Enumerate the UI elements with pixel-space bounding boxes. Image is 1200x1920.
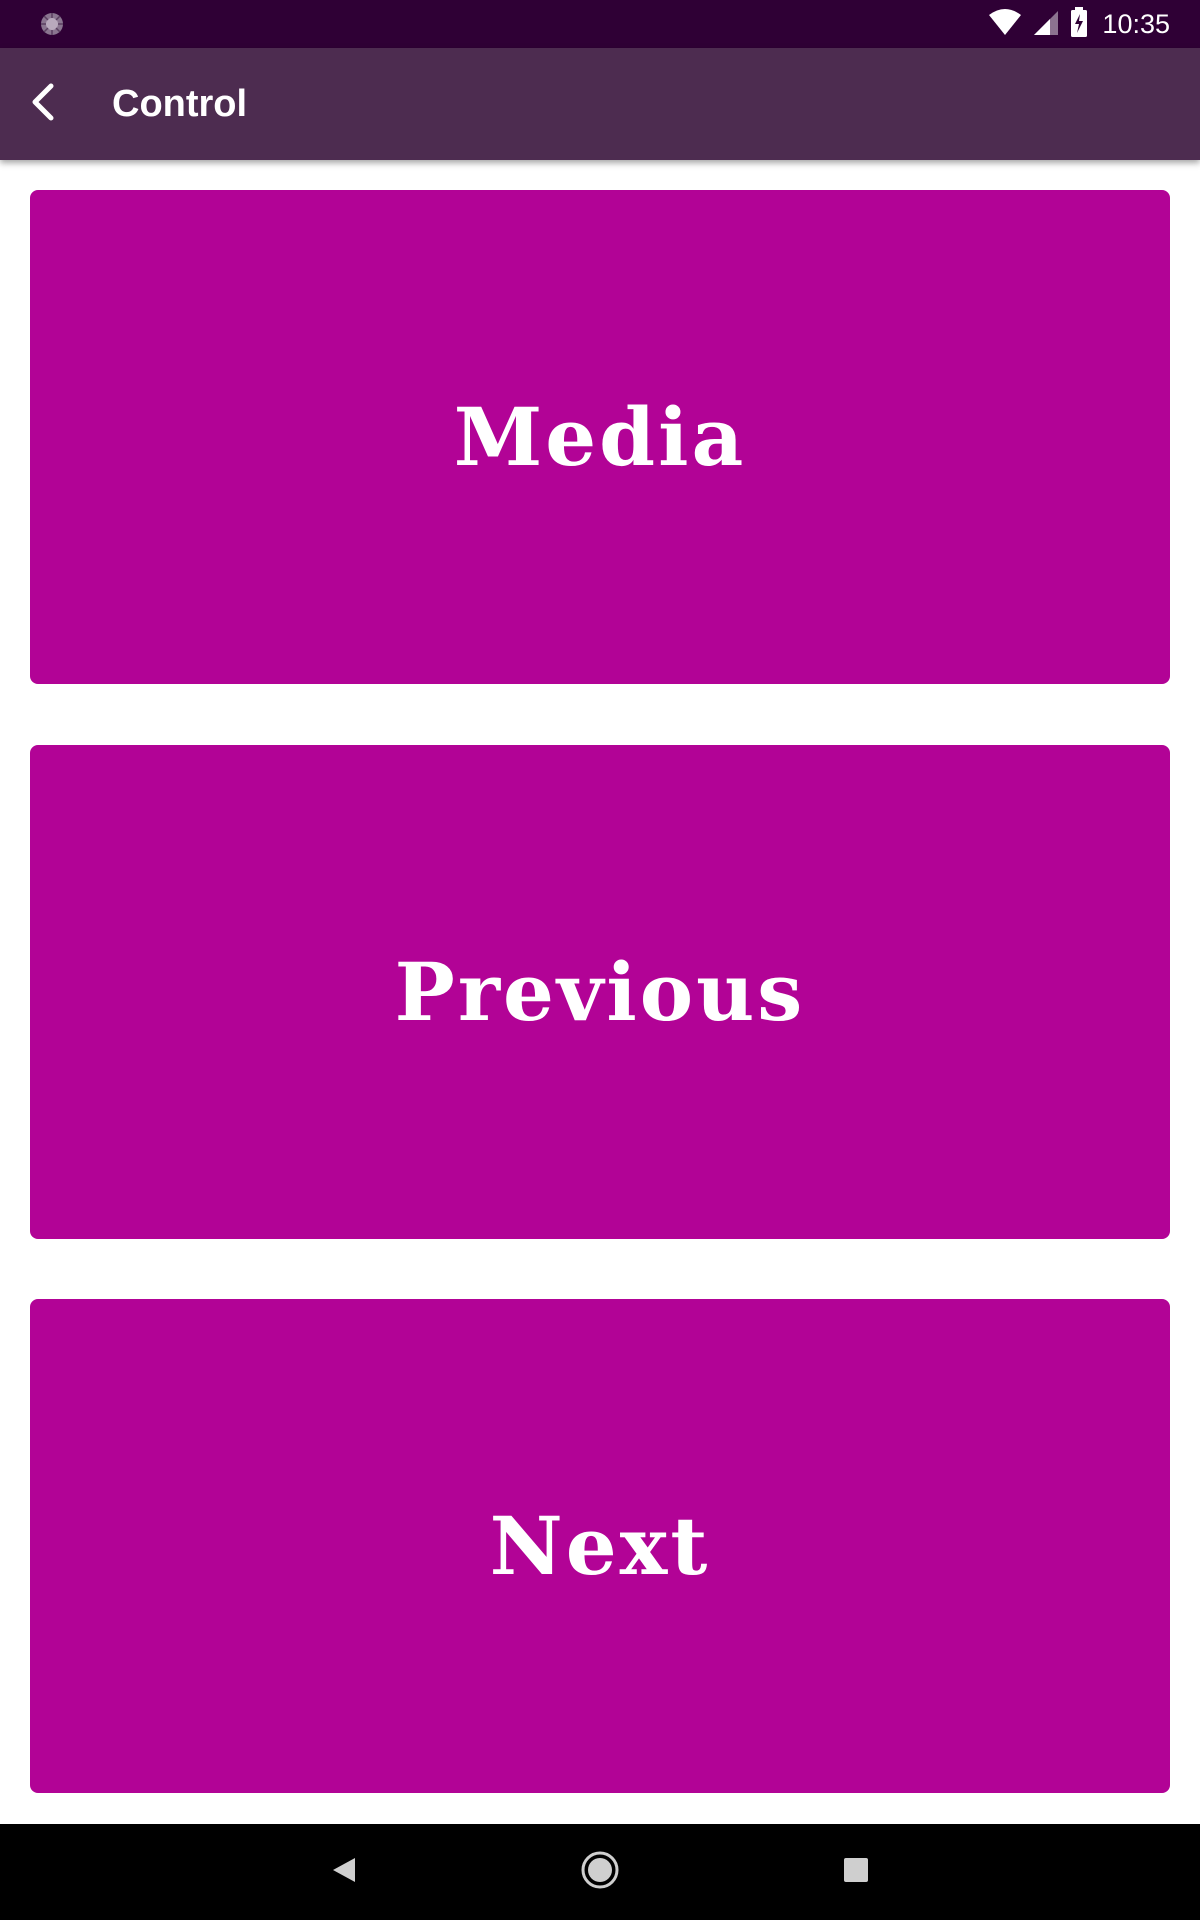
app-bar: Control [0, 48, 1200, 160]
nav-back-button[interactable] [314, 1842, 374, 1902]
signal-icon [1032, 8, 1060, 41]
wifi-icon [988, 8, 1022, 41]
nav-back-icon [329, 1855, 359, 1890]
previous-button[interactable]: Previous [30, 745, 1170, 1239]
back-arrow-icon [27, 82, 57, 127]
media-button[interactable]: Media [30, 190, 1170, 684]
nav-home-button[interactable] [570, 1842, 630, 1902]
page-title: Control [112, 83, 248, 125]
back-button[interactable] [10, 72, 74, 136]
battery-charging-icon [1070, 6, 1088, 42]
status-time: 10:35 [1102, 8, 1170, 39]
navigation-bar [0, 1824, 1200, 1920]
media-button-label: Media [453, 390, 747, 484]
status-bar: 10:35 [0, 0, 1200, 48]
nav-recents-button[interactable] [826, 1842, 886, 1902]
notification-icon [40, 12, 64, 36]
previous-button-label: Previous [394, 945, 806, 1039]
nav-home-icon [580, 1850, 620, 1895]
content-area: Media Previous Next [0, 160, 1200, 1824]
next-button-label: Next [489, 1499, 711, 1593]
next-button[interactable]: Next [30, 1299, 1170, 1793]
status-icons: 10:35 [988, 0, 1170, 48]
nav-recents-icon [842, 1856, 870, 1889]
